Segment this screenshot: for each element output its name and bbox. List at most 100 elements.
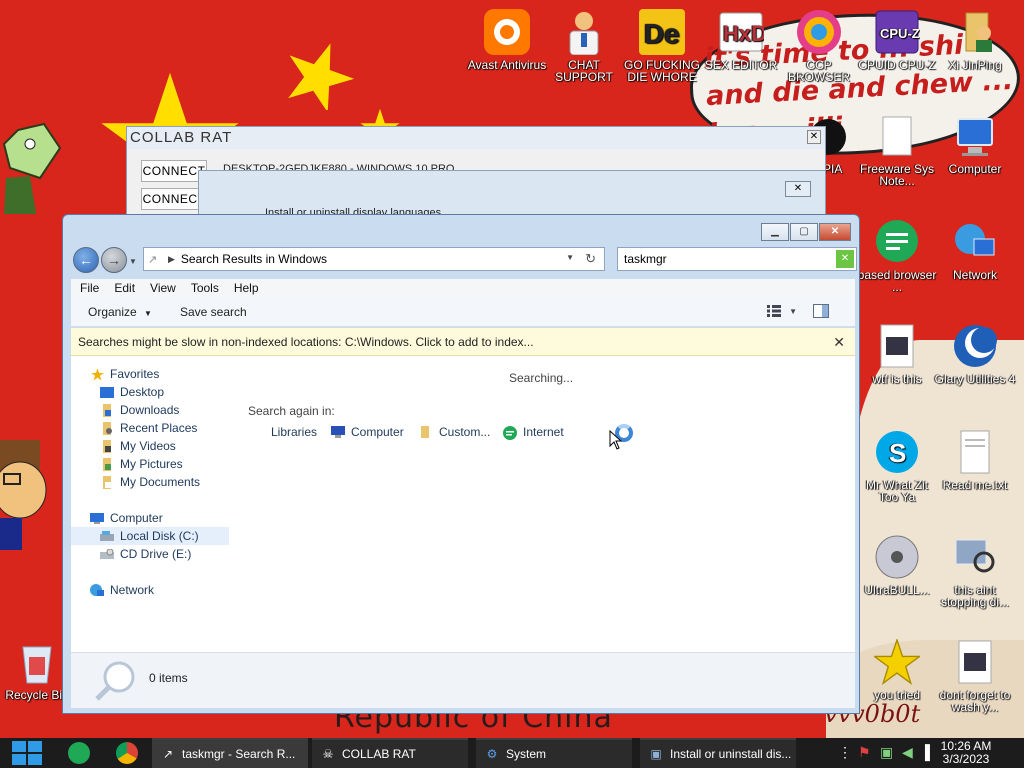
maximize-button[interactable]: ▢ <box>790 223 818 241</box>
desktop-icon-cpuid[interactable]: CPU-Z CPUID CPU-Z <box>855 8 939 71</box>
desktop-icon-you-tried[interactable]: you tried <box>855 638 939 701</box>
nav-recent-places[interactable]: Recent Places <box>99 419 197 437</box>
minimize-button[interactable]: ▁ <box>761 223 789 241</box>
desktop-icon-network[interactable]: Network <box>933 218 1017 281</box>
search-again-libraries[interactable]: Libraries <box>271 425 317 439</box>
nav-desktop[interactable]: Desktop <box>99 383 164 401</box>
close-icon[interactable]: ✕ <box>807 130 821 144</box>
user-folder-icon <box>951 8 999 56</box>
desktop-icon-readme[interactable]: Read me.txt <box>933 428 1017 491</box>
small-star-icon <box>288 43 354 110</box>
speaker-icon[interactable]: ▐ <box>920 744 930 762</box>
desktop-icon-dont-forget[interactable]: dont forget to wash y... <box>933 638 1017 713</box>
desktop-icon-wtf[interactable]: wtf is this <box>855 322 939 385</box>
nav-desktop-label: Desktop <box>120 385 165 399</box>
view-dropdown-icon[interactable]: ▼ <box>789 307 797 316</box>
folder-icon <box>419 426 433 438</box>
save-search-button[interactable]: Save search <box>180 305 247 319</box>
desktop-icon-glary[interactable]: Glary Utilities 4 <box>933 322 1017 385</box>
nav-local-disk[interactable]: Local Disk (C:) <box>71 527 229 545</box>
nav-my-documents[interactable]: My Documents <box>99 473 200 491</box>
nav-computer-label: Computer <box>110 511 163 525</box>
nav-downloads[interactable]: Downloads <box>99 401 179 419</box>
pinned-green-app-icon[interactable] <box>68 742 90 764</box>
system-clock[interactable]: 10:26 AM 3/3/2023 <box>936 740 996 766</box>
cpuid-label: CPUID CPU-Z <box>858 58 936 72</box>
glary-label: Glary Utilities 4 <box>934 372 1016 386</box>
nav-favorites[interactable]: Favorites <box>89 365 159 383</box>
menu-help[interactable]: Help <box>234 281 259 295</box>
index-warning-bar[interactable]: Searches might be slow in non-indexed lo… <box>71 328 855 356</box>
taskbar-task-search[interactable]: ↗ taskmgr - Search R... <box>152 738 308 768</box>
desktop-icon-avast[interactable]: Avast Antivirus <box>465 8 549 71</box>
menu-tools[interactable]: Tools <box>191 281 219 295</box>
recent-pages-dropdown-icon[interactable]: ▼ <box>129 257 137 266</box>
taskbar-task-install-languages[interactable]: ▣ Install or uninstall dis... <box>640 738 796 768</box>
desktop-icon-based-browser[interactable]: based browser ... <box>855 218 939 293</box>
volume-icon[interactable]: ◀ <box>902 744 913 762</box>
close-icon[interactable]: ✕ <box>833 328 845 356</box>
nav-my-pictures[interactable]: My Pictures <box>99 455 183 473</box>
organize-button[interactable]: Organize ▼ <box>88 305 152 319</box>
computer-icon <box>951 112 999 160</box>
menu-view[interactable]: View <box>150 281 176 295</box>
search-results-content[interactable]: Searching... Search again in: Libraries … <box>229 356 855 652</box>
close-icon[interactable]: ✕ <box>785 181 811 197</box>
organize-label: Organize <box>88 305 137 319</box>
overflow-menu-icon[interactable]: ⋮ <box>838 744 852 762</box>
taskbar-task-system[interactable]: ⚙ System <box>476 738 632 768</box>
menu-edit[interactable]: Edit <box>114 281 135 295</box>
forward-button[interactable]: → <box>101 247 127 273</box>
nav-my-videos[interactable]: My Videos <box>99 437 176 455</box>
network-tray-icon[interactable]: ▣ <box>880 744 893 762</box>
this-aint-label: this aint stopping di... <box>940 583 1010 609</box>
preview-pane-icon[interactable] <box>813 304 829 318</box>
menu-bar: File Edit View Tools Help <box>71 279 855 297</box>
menu-file[interactable]: File <box>80 281 99 295</box>
display-language-window[interactable]: ✕ Install or uninstall display languages <box>198 170 826 220</box>
cartoon-man-image <box>0 440 47 550</box>
desktop-icon-freeware[interactable]: Freeware Sys Note... <box>855 112 939 187</box>
nav-my-videos-label: My Videos <box>120 439 176 453</box>
flag-icon[interactable]: ⚑ <box>858 744 871 762</box>
desktop-icon-xijinping[interactable]: Xi JinPing <box>933 8 1017 71</box>
desktop-icon-skype[interactable]: S Mr What Zit Too Ya <box>855 428 939 503</box>
desktop-icon-ccp-browser[interactable]: CCP BROWSER <box>777 8 861 83</box>
glary-moon-icon <box>951 322 999 370</box>
nav-network[interactable]: Network <box>89 581 154 599</box>
desktop-icon-this-aint[interactable]: this aint stopping di... <box>933 533 1017 608</box>
index-warning-text: Searches might be slow in non-indexed lo… <box>78 335 534 349</box>
search-again-internet[interactable]: Internet <box>503 425 564 440</box>
taskbar: ↗ taskmgr - Search R... ☠ COLLAB RAT ⚙ S… <box>0 738 1024 768</box>
search-again-custom[interactable]: Custom... <box>419 425 490 439</box>
navigation-bar: ← → ▼ ↗ ▶ Search Results in Windows ▼ ↻ … <box>71 247 857 273</box>
internet-icon <box>503 426 517 440</box>
desktop-icon-ultrabull[interactable]: UltraBULL... <box>855 533 939 596</box>
desktop-icon-hex-editor[interactable]: HxD SEX EDITOR <box>699 8 783 71</box>
close-button[interactable]: ✕ <box>819 223 851 241</box>
view-options-icon[interactable] <box>767 305 781 317</box>
start-button[interactable] <box>10 740 44 766</box>
pinned-chrome-icon[interactable] <box>116 742 138 764</box>
search-input[interactable]: taskmgr ✕ <box>617 247 857 271</box>
taskbar-task-collab-rat[interactable]: ☠ COLLAB RAT <box>312 738 468 768</box>
refresh-icon[interactable]: ↻ <box>585 251 596 267</box>
chevron-right-icon[interactable]: ▶ <box>168 254 175 265</box>
cd-drive-icon <box>99 547 115 561</box>
desktop-icon-computer[interactable]: Computer <box>933 112 1017 175</box>
computer-label: Computer <box>948 162 1002 176</box>
clear-search-icon[interactable]: ✕ <box>836 250 854 268</box>
desktop-icon-chat-support[interactable]: CHAT SUPPORT <box>542 8 626 83</box>
window-caption-buttons: ▁ ▢ ✕ <box>760 223 851 241</box>
back-button[interactable]: ← <box>73 247 99 273</box>
search-again-computer[interactable]: Computer <box>331 425 404 439</box>
explorer-window[interactable]: ▁ ▢ ✕ ← → ▼ ↗ ▶ Search Results in Window… <box>62 214 860 714</box>
nav-computer[interactable]: Computer <box>89 509 163 527</box>
nav-cd-drive[interactable]: CD Drive (E:) <box>99 545 191 563</box>
address-bar[interactable]: ↗ ▶ Search Results in Windows ▼ ↻ <box>143 247 605 271</box>
desktop-icon-go-die[interactable]: De GO FUCKING DIE WHORE <box>620 8 704 83</box>
computer-icon <box>89 511 105 525</box>
taskbar-task-collab-rat-label: COLLAB RAT <box>342 747 416 761</box>
search-input-value: taskmgr <box>624 252 667 266</box>
address-dropdown-icon[interactable]: ▼ <box>566 253 574 262</box>
